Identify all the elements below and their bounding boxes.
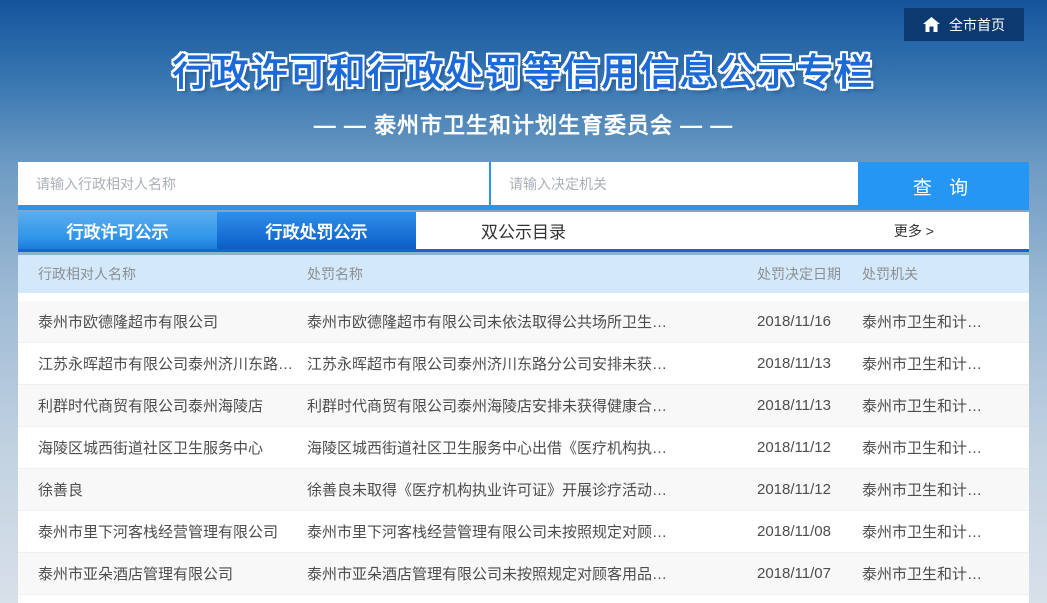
cell-party: 徐善良 bbox=[18, 479, 307, 500]
table-row[interactable]: 徐善良 徐善良未取得《医疗机构执业许可证》开展诊疗活动… 2018/11/12 … bbox=[18, 469, 1029, 511]
header-party-name: 行政相对人名称 bbox=[18, 264, 307, 284]
cell-date: 2018/11/12 bbox=[757, 481, 862, 498]
page-subtitle: — — 泰州市卫生和计划生育委员会 — — bbox=[0, 108, 1047, 140]
home-icon bbox=[923, 17, 940, 33]
more-link[interactable]: 更多 > bbox=[894, 212, 1029, 249]
tab-administrative-license[interactable]: 行政许可公示 bbox=[18, 212, 217, 249]
cell-party: 泰州市欧德隆超市有限公司 bbox=[18, 311, 307, 332]
cell-date: 2018/11/12 bbox=[757, 439, 862, 456]
cell-date: 2018/11/07 bbox=[757, 565, 862, 582]
table-row[interactable]: 泰州市里下河客栈经营管理有限公司 泰州市里下河客栈经营管理有限公司未按照规定对顾… bbox=[18, 511, 1029, 553]
cell-agency: 泰州市卫生和计… bbox=[862, 437, 1029, 458]
header-penalty-name: 处罚名称 bbox=[307, 264, 757, 284]
search-button[interactable]: 查 询 bbox=[858, 162, 1029, 210]
cell-agency: 泰州市卫生和计… bbox=[862, 479, 1029, 500]
decision-agency-input[interactable] bbox=[491, 162, 858, 205]
table-row[interactable]: 泰州市欧德隆超市有限公司 泰州市欧德隆超市有限公司未依法取得公共场所卫生… 20… bbox=[18, 301, 1029, 343]
tab-administrative-penalty[interactable]: 行政处罚公示 bbox=[217, 212, 416, 249]
header-penalty-agency: 处罚机关 bbox=[862, 264, 1029, 284]
cell-penalty[interactable]: 海陵区城西街道社区卫生服务中心出借《医疗机构执… bbox=[307, 437, 757, 458]
table-row[interactable]: 江苏永晖超市有限公司泰州济川东路… 江苏永晖超市有限公司泰州济川东路分公司安排未… bbox=[18, 343, 1029, 385]
cell-party: 海陵区城西街道社区卫生服务中心 bbox=[18, 437, 307, 458]
cell-penalty[interactable]: 利群时代商贸有限公司泰州海陵店安排未获得健康合… bbox=[307, 395, 757, 416]
cell-date: 2018/11/16 bbox=[757, 313, 862, 330]
cell-penalty[interactable]: 徐善良未取得《医疗机构执业许可证》开展诊疗活动… bbox=[307, 479, 757, 500]
cell-agency: 泰州市卫生和计… bbox=[862, 521, 1029, 542]
penalty-table: 行政相对人名称 处罚名称 处罚决定日期 处罚机关 泰州市欧德隆超市有限公司 泰州… bbox=[18, 255, 1029, 603]
tab-dual-publicity-catalog[interactable]: 双公示目录 bbox=[416, 212, 631, 249]
header-penalty-date: 处罚决定日期 bbox=[757, 264, 862, 284]
cell-party: 泰州市亚朵酒店管理有限公司 bbox=[18, 563, 307, 584]
cell-party: 泰州市里下河客栈经营管理有限公司 bbox=[18, 521, 307, 542]
cell-penalty[interactable]: 泰州市里下河客栈经营管理有限公司未按照规定对顾… bbox=[307, 521, 757, 542]
search-bar: 查 询 bbox=[18, 162, 1029, 210]
party-name-input[interactable] bbox=[18, 162, 491, 205]
cell-date: 2018/11/13 bbox=[757, 355, 862, 372]
cell-agency: 泰州市卫生和计… bbox=[862, 311, 1029, 332]
cell-party: 利群时代商贸有限公司泰州海陵店 bbox=[18, 395, 307, 416]
cell-date: 2018/11/08 bbox=[757, 523, 862, 540]
table-row[interactable]: 利群时代商贸有限公司泰州海陵店 利群时代商贸有限公司泰州海陵店安排未获得健康合…… bbox=[18, 385, 1029, 427]
cell-agency: 泰州市卫生和计… bbox=[862, 563, 1029, 584]
cell-agency: 泰州市卫生和计… bbox=[862, 353, 1029, 374]
tab-bar: 行政许可公示 行政处罚公示 双公示目录 更多 > bbox=[18, 212, 1029, 252]
page-title: 行政许可和行政处罚等信用信息公示专栏 bbox=[0, 0, 1047, 96]
city-home-button[interactable]: 全市首页 bbox=[904, 8, 1024, 41]
table-row[interactable]: 泰州市亚朵酒店管理有限公司 泰州市亚朵酒店管理有限公司未按照规定对顾客用品… 2… bbox=[18, 553, 1029, 595]
cell-party: 江苏永晖超市有限公司泰州济川东路… bbox=[18, 353, 307, 374]
table-body: 泰州市欧德隆超市有限公司 泰州市欧德隆超市有限公司未依法取得公共场所卫生… 20… bbox=[18, 301, 1029, 595]
cell-penalty[interactable]: 泰州市欧德隆超市有限公司未依法取得公共场所卫生… bbox=[307, 311, 757, 332]
table-header-row: 行政相对人名称 处罚名称 处罚决定日期 处罚机关 bbox=[18, 255, 1029, 293]
page: 全市首页 行政许可和行政处罚等信用信息公示专栏 — — 泰州市卫生和计划生育委员… bbox=[0, 0, 1047, 603]
cell-penalty[interactable]: 江苏永晖超市有限公司泰州济川东路分公司安排未获… bbox=[307, 353, 757, 374]
cell-agency: 泰州市卫生和计… bbox=[862, 395, 1029, 416]
table-row[interactable]: 海陵区城西街道社区卫生服务中心 海陵区城西街道社区卫生服务中心出借《医疗机构执…… bbox=[18, 427, 1029, 469]
city-home-label: 全市首页 bbox=[949, 15, 1005, 35]
cell-penalty[interactable]: 泰州市亚朵酒店管理有限公司未按照规定对顾客用品… bbox=[307, 563, 757, 584]
cell-date: 2018/11/13 bbox=[757, 397, 862, 414]
